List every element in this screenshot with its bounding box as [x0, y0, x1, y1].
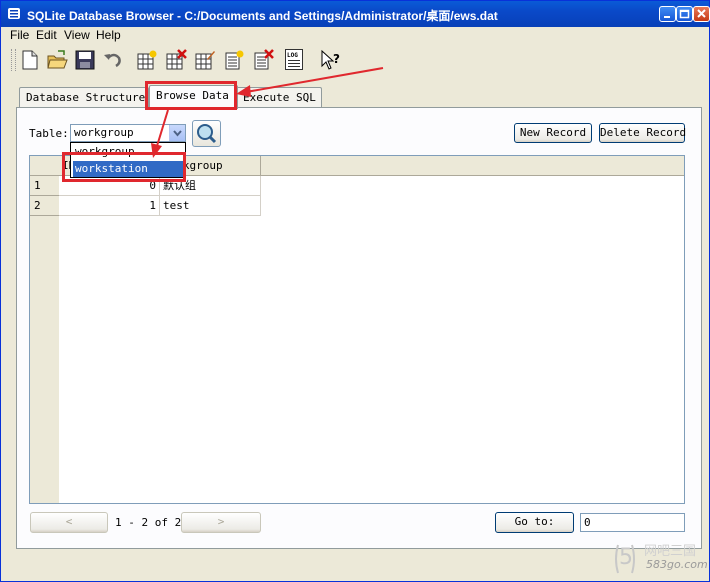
annotation-arrow-line	[156, 109, 169, 147]
watermark: 5 网吧三国 583go.com	[612, 540, 708, 578]
annotation-arrowhead	[151, 143, 162, 158]
watermark-logo-char: 5	[619, 545, 633, 570]
annotation-arrow-line	[245, 67, 384, 93]
watermark-url: 583go.com	[646, 558, 708, 571]
annotation-arrowhead	[236, 85, 251, 97]
annotation-arrows	[151, 67, 384, 158]
watermark-text: 网吧三国	[644, 544, 697, 559]
